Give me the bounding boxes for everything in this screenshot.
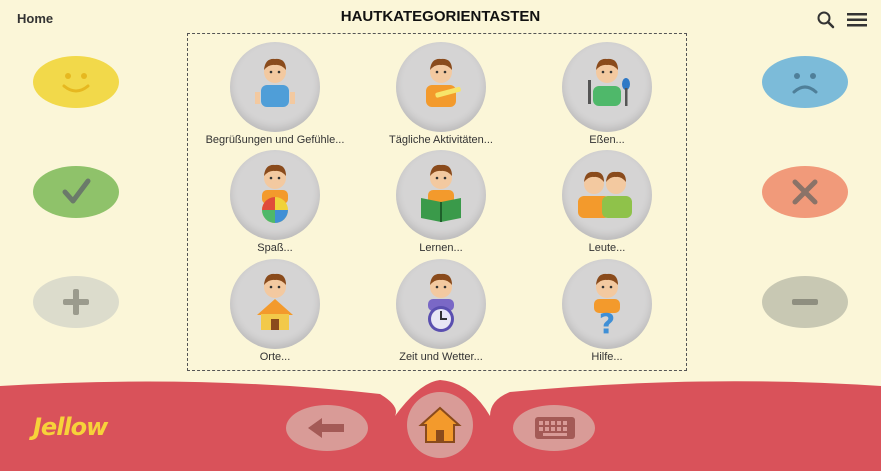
back-button[interactable] bbox=[286, 405, 368, 451]
category-icon-circle bbox=[230, 150, 320, 240]
category-time-weather[interactable]: Zeit und Wetter... bbox=[356, 255, 526, 365]
menu-icon[interactable] bbox=[846, 10, 868, 30]
jellow-logo: Jellow bbox=[33, 413, 108, 441]
category-label: Leute... bbox=[588, 242, 626, 254]
category-icon-circle bbox=[562, 42, 652, 132]
category-greetings[interactable]: Begrüßungen und Gefühle... bbox=[190, 38, 360, 148]
home-icon bbox=[407, 406, 473, 462]
category-icon-circle bbox=[562, 150, 652, 240]
clock-icon bbox=[428, 273, 454, 332]
back-arrow-icon bbox=[286, 418, 368, 455]
category-icon-circle bbox=[396, 42, 486, 132]
ball-icon bbox=[262, 164, 288, 223]
greetings-icon bbox=[255, 58, 295, 107]
category-learning[interactable]: Lernen... bbox=[356, 146, 526, 256]
category-label: Orte... bbox=[259, 351, 291, 363]
keyboard-button[interactable] bbox=[513, 405, 595, 451]
category-daily-activities[interactable]: Tägliche Aktivitäten... bbox=[356, 38, 526, 148]
category-grid: Begrüßungen und Gefühle... Tägliche Akti… bbox=[187, 33, 687, 371]
more-button[interactable] bbox=[33, 276, 119, 328]
food-icon bbox=[588, 58, 630, 106]
category-icon-circle: ? bbox=[562, 259, 652, 349]
svg-text:?: ? bbox=[599, 307, 615, 339]
category-label: Hilfe... bbox=[591, 351, 623, 363]
category-icon-circle bbox=[230, 42, 320, 132]
house-icon bbox=[257, 273, 293, 330]
yes-button[interactable] bbox=[33, 166, 119, 218]
category-eating[interactable]: Eßen... bbox=[522, 38, 692, 148]
category-label: Begrüßungen und Gefühle... bbox=[205, 134, 345, 146]
category-label: Zeit und Wetter... bbox=[399, 351, 483, 363]
page-title: HAUTKATEGORIENTASTEN bbox=[340, 8, 541, 25]
category-label: Eßen... bbox=[589, 134, 625, 146]
category-icon-circle bbox=[396, 259, 486, 349]
no-button[interactable] bbox=[762, 166, 848, 218]
category-label: Tägliche Aktivitäten... bbox=[389, 134, 493, 146]
book-icon bbox=[421, 164, 461, 222]
category-label: Lernen... bbox=[419, 242, 463, 254]
dislike-button[interactable] bbox=[762, 56, 848, 108]
category-people[interactable]: Leute... bbox=[522, 146, 692, 256]
category-help[interactable]: ? Hilfe... bbox=[522, 255, 692, 365]
less-button[interactable] bbox=[762, 276, 848, 328]
top-bar: Home HAUTKATEGORIENTASTEN bbox=[0, 0, 881, 36]
keyboard-icon bbox=[513, 417, 595, 455]
home-button[interactable] bbox=[407, 392, 473, 458]
toothbrush-icon bbox=[426, 58, 461, 107]
category-fun[interactable]: Spaß... bbox=[190, 146, 360, 256]
category-icon-circle bbox=[396, 150, 486, 240]
help-icon: ? bbox=[594, 273, 620, 339]
search-icon[interactable] bbox=[816, 10, 836, 30]
like-button[interactable] bbox=[33, 56, 119, 108]
category-places[interactable]: Orte... bbox=[190, 255, 360, 365]
people-icon bbox=[578, 171, 632, 218]
category-label: Spaß... bbox=[257, 242, 293, 254]
category-icon-circle bbox=[230, 259, 320, 349]
